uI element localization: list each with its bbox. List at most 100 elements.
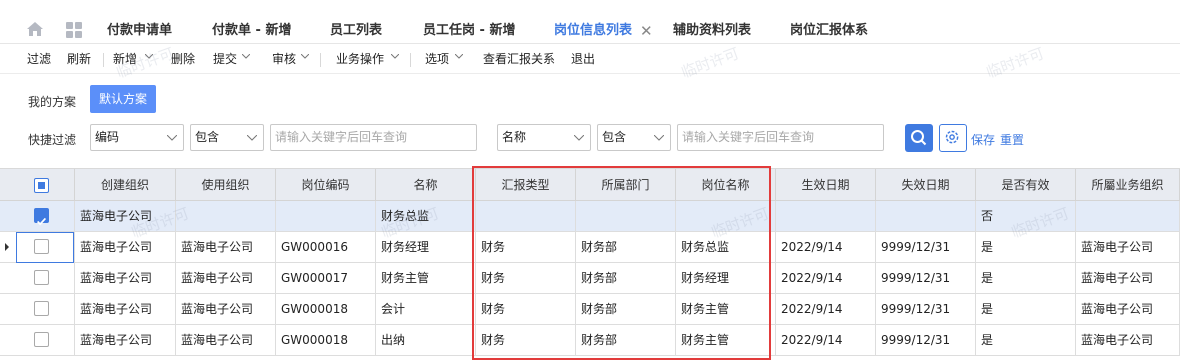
table-cell[interactable]: 财务 [476, 232, 576, 263]
chevron-down-icon[interactable] [242, 54, 250, 60]
chevron-down-icon[interactable] [145, 54, 153, 60]
column-header[interactable]: 所屬业务组织 [1076, 169, 1180, 202]
table-cell[interactable]: 否 [976, 201, 1076, 232]
table-cell[interactable]: 财务经理 [376, 232, 476, 263]
tab-aux-data-list[interactable]: 辅助资料列表 [673, 22, 751, 42]
delete-button[interactable]: 删除 [171, 52, 195, 66]
table-cell[interactable]: 蓝海电子公司 [176, 232, 276, 263]
exit-button[interactable]: 退出 [571, 52, 595, 66]
column-header[interactable]: 生效日期 [776, 169, 876, 202]
filter-operator-select-2[interactable]: 包含 [597, 124, 671, 151]
table-cell[interactable]: GW000017 [276, 263, 376, 294]
view-report-relation-button[interactable]: 查看汇报关系 [483, 52, 555, 66]
table-cell[interactable] [276, 201, 376, 232]
row-checkbox[interactable] [34, 332, 49, 347]
table-cell[interactable]: 财务部 [576, 232, 676, 263]
select-all-checkbox[interactable] [34, 178, 49, 193]
filter-keyword-input-1[interactable]: 请输入关键字后回车查询 [270, 124, 477, 151]
table-row[interactable]: 蓝海电子公司 财务总监 否 [0, 201, 1180, 232]
home-icon[interactable] [26, 21, 44, 37]
submit-button[interactable]: 提交 [213, 52, 237, 66]
table-cell[interactable]: 蓝海电子公司 [1076, 325, 1180, 356]
table-cell[interactable]: 2022/9/14 [776, 325, 876, 356]
table-cell[interactable]: GW000016 [276, 232, 376, 263]
column-header[interactable]: 名称 [376, 169, 476, 202]
table-cell[interactable]: 财务经理 [676, 263, 776, 294]
table-cell[interactable]: 9999/12/31 [876, 325, 976, 356]
options-button[interactable]: 选项 [425, 52, 449, 66]
business-ops-button[interactable]: 业务操作 [336, 52, 384, 66]
filter-keyword-input-2[interactable]: 请输入关键字后回车查询 [677, 124, 884, 151]
table-cell[interactable]: 是 [976, 263, 1076, 294]
table-cell[interactable]: GW000018 [276, 325, 376, 356]
table-cell[interactable]: 财务总监 [376, 201, 476, 232]
table-cell[interactable]: 蓝海电子公司 [75, 232, 176, 263]
filter-field-select-2[interactable]: 名称 [497, 124, 591, 151]
table-cell[interactable]: 蓝海电子公司 [176, 325, 276, 356]
table-cell[interactable]: 2022/9/14 [776, 263, 876, 294]
refresh-button[interactable]: 刷新 [67, 52, 91, 66]
default-scheme-button[interactable]: 默认方案 [90, 85, 156, 113]
audit-button[interactable]: 审核 [272, 52, 296, 66]
table-cell[interactable]: 财务 [476, 263, 576, 294]
table-cell[interactable]: 是 [976, 325, 1076, 356]
column-header[interactable]: 岗位名称 [676, 169, 776, 202]
table-cell[interactable]: 9999/12/31 [876, 232, 976, 263]
column-header[interactable]: 创建组织 [75, 169, 176, 202]
tab-employee-list[interactable]: 员工列表 [330, 22, 382, 42]
filter-settings-button[interactable] [939, 124, 967, 152]
table-cell[interactable]: 会计 [376, 294, 476, 325]
table-row[interactable]: 蓝海电子公司 蓝海电子公司 GW000018 出纳 财务 财务部 财务主管 2022/9/14… [0, 325, 1180, 356]
column-header[interactable]: 失效日期 [876, 169, 976, 202]
table-cell[interactable] [1076, 201, 1180, 232]
column-header[interactable]: 汇报类型 [476, 169, 576, 202]
tab-payment-request[interactable]: 付款申请单 [107, 22, 172, 42]
tab-payment-new[interactable]: 付款单 - 新增 [212, 22, 291, 42]
table-cell[interactable] [176, 201, 276, 232]
table-cell[interactable]: 出纳 [376, 325, 476, 356]
tab-post-info-list[interactable]: 岗位信息列表 [554, 22, 633, 47]
table-cell[interactable]: 2022/9/14 [776, 294, 876, 325]
table-cell[interactable]: 财务 [476, 294, 576, 325]
table-cell[interactable]: 蓝海电子公司 [1076, 294, 1180, 325]
chevron-down-icon[interactable] [391, 54, 399, 60]
table-row[interactable]: 蓝海电子公司 蓝海电子公司 GW000016 财务经理 财务 财务部 财务总监 2022/9/… [0, 232, 1180, 263]
row-checkbox[interactable] [34, 301, 49, 316]
column-header[interactable]: 是否有效 [976, 169, 1076, 202]
table-cell[interactable]: 财务主管 [676, 294, 776, 325]
table-cell[interactable]: 2022/9/14 [776, 232, 876, 263]
table-cell[interactable]: 蓝海电子公司 [75, 263, 176, 294]
column-header[interactable]: 使用组织 [176, 169, 276, 202]
column-header[interactable]: 岗位编码 [276, 169, 376, 202]
table-cell[interactable] [676, 201, 776, 232]
table-cell[interactable]: 是 [976, 294, 1076, 325]
chevron-down-icon[interactable] [301, 54, 309, 60]
table-cell[interactable]: 财务主管 [376, 263, 476, 294]
filter-button[interactable]: 过滤 [27, 52, 51, 66]
table-cell[interactable]: 财务总监 [676, 232, 776, 263]
table-cell[interactable]: 蓝海电子公司 [75, 201, 176, 232]
table-cell[interactable]: 蓝海电子公司 [1076, 263, 1180, 294]
chevron-down-icon[interactable] [455, 54, 463, 60]
close-tab-icon[interactable]: ✕ [640, 22, 653, 40]
table-cell[interactable]: 财务部 [576, 263, 676, 294]
table-cell[interactable]: 财务主管 [676, 325, 776, 356]
table-cell[interactable] [876, 201, 976, 232]
filter-field-select-1[interactable]: 编码 [90, 124, 184, 151]
row-checkbox[interactable] [34, 270, 49, 285]
tab-employee-post-new[interactable]: 员工任岗 - 新增 [423, 22, 515, 42]
my-schemes-label[interactable]: 我的方案 [28, 93, 76, 110]
add-button[interactable]: 新增 [113, 52, 137, 66]
table-row[interactable]: 蓝海电子公司 蓝海电子公司 GW000018 会计 财务 财务部 财务主管 2022/9/14… [0, 294, 1180, 325]
search-button[interactable] [905, 124, 933, 152]
table-cell[interactable] [476, 201, 576, 232]
table-cell[interactable]: 蓝海电子公司 [75, 294, 176, 325]
table-cell[interactable]: 财务部 [576, 294, 676, 325]
table-cell[interactable]: 蓝海电子公司 [176, 294, 276, 325]
table-cell[interactable]: GW000018 [276, 294, 376, 325]
table-cell[interactable]: 财务部 [576, 325, 676, 356]
table-cell[interactable]: 蓝海电子公司 [1076, 232, 1180, 263]
table-cell[interactable]: 蓝海电子公司 [176, 263, 276, 294]
save-scheme-link[interactable]: 保存 [971, 131, 995, 148]
table-cell[interactable]: 财务 [476, 325, 576, 356]
